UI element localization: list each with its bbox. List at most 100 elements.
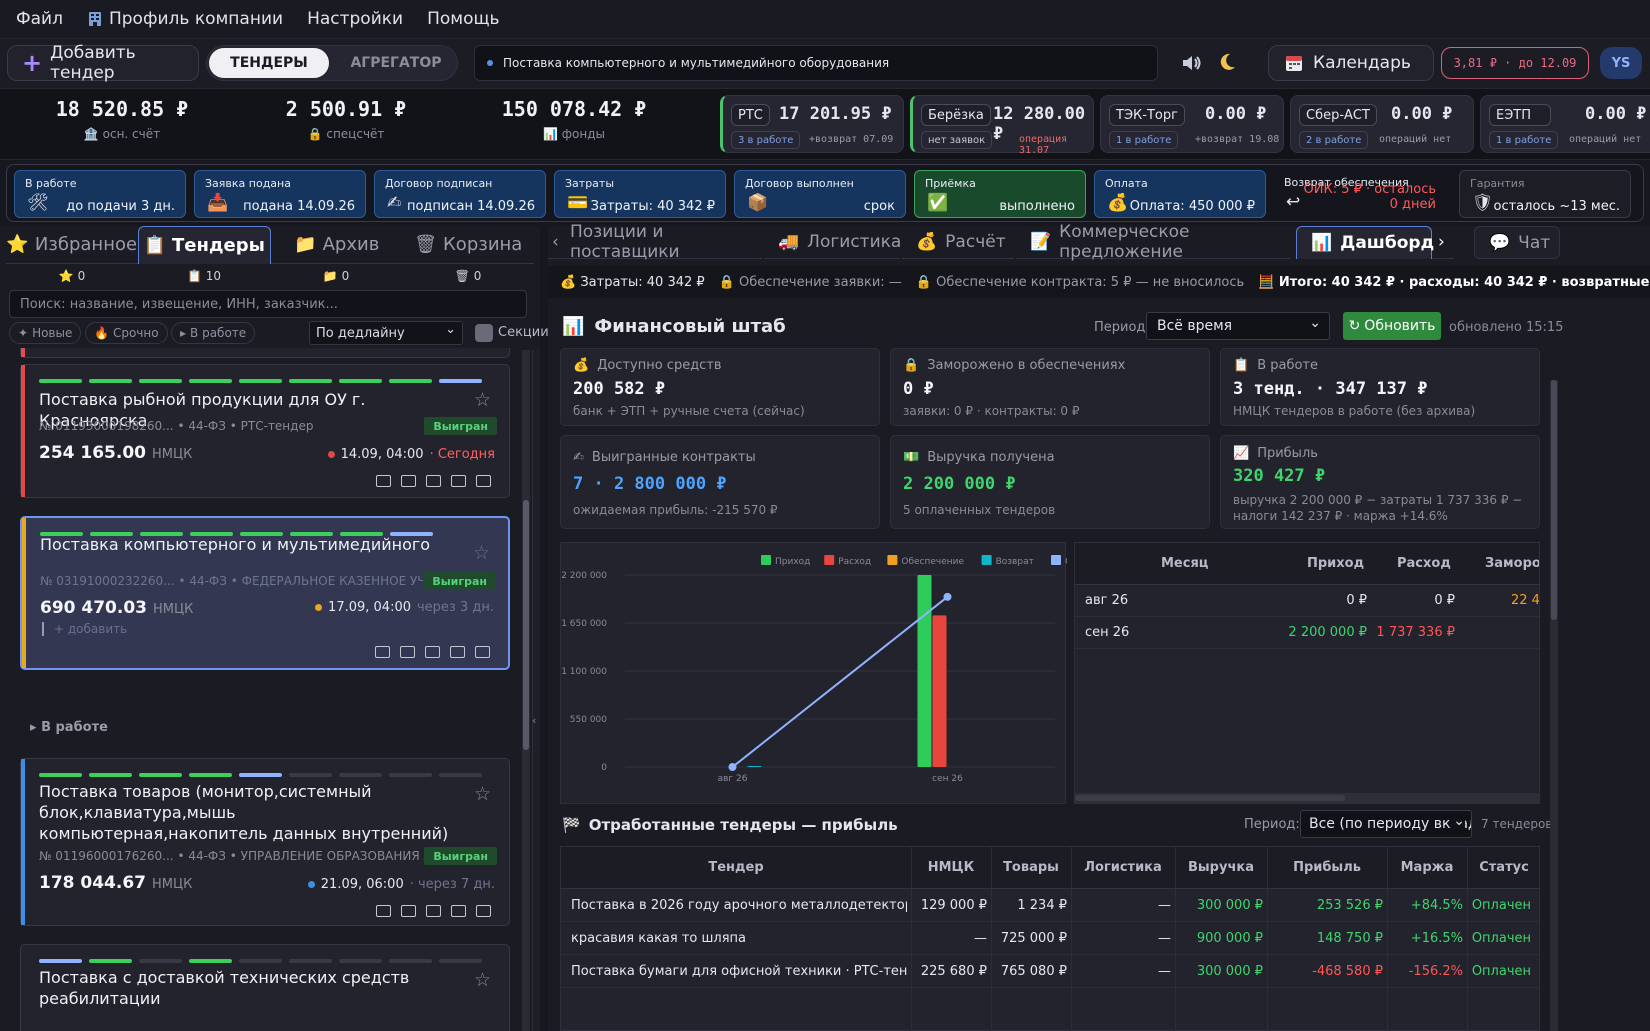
trash-icon[interactable] bbox=[475, 646, 490, 658]
group-header-in-work[interactable]: ▸ В работе bbox=[30, 720, 108, 735]
add-tender-button[interactable]: + Добавить тендер bbox=[7, 43, 199, 83]
filter-in-work-chip[interactable]: ▸ В работе bbox=[171, 322, 256, 344]
platform-status: 1 в работе bbox=[1489, 131, 1559, 149]
star-outline-icon[interactable]: ☆ bbox=[474, 389, 491, 411]
tab-logistics[interactable]: 🚚 Логистика bbox=[764, 226, 901, 259]
tender-card[interactable]: Поставка рыбной продукции для ОУ г. Крас… bbox=[20, 364, 510, 498]
stage-contract-fulfilled[interactable]: Договор выполнен 📦 срок bbox=[734, 170, 906, 218]
tab-archive[interactable]: 📁 Архив bbox=[271, 226, 403, 264]
folder-icon[interactable] bbox=[401, 905, 416, 917]
menu-help[interactable]: Помощь bbox=[427, 9, 499, 29]
period-label: Период: bbox=[1094, 320, 1150, 335]
sound-icon[interactable] bbox=[1180, 52, 1202, 74]
cell-revenue: 300 000 ₽ bbox=[1196, 964, 1263, 979]
platform-card-berezka[interactable]: Берёзка 12 280.00 ₽ нет заявок операция … bbox=[910, 95, 1094, 155]
group-label: В работе bbox=[41, 720, 108, 735]
rate-badge[interactable]: 3,81 ₽ · до 12.09 bbox=[1441, 47, 1589, 79]
moon-icon[interactable] bbox=[1216, 51, 1238, 73]
note-input[interactable]: + добавить bbox=[42, 622, 127, 636]
stage-security-return[interactable]: Возврат обеспечения ↩ ОИК: 5 ₽ · осталос… bbox=[1274, 170, 1446, 218]
comment-icon[interactable] bbox=[376, 905, 391, 917]
sort-select[interactable]: По дедлайну bbox=[309, 321, 463, 345]
table-row[interactable]: Поставка в 2026 году арочного металлодет… bbox=[561, 889, 1539, 922]
tab-tenders[interactable]: 📋 Тендеры bbox=[137, 226, 271, 264]
panel-splitter[interactable]: ‹ bbox=[532, 350, 540, 1031]
search-input[interactable]: Поиск: название, извещение, ИНН, заказчи… bbox=[9, 290, 527, 318]
tab-calculation[interactable]: 💰 Расчёт bbox=[902, 226, 1014, 259]
scrollbar-thumb[interactable] bbox=[523, 500, 529, 750]
menu-company-profile[interactable]: Профиль компании bbox=[87, 9, 283, 29]
stage-payment[interactable]: Оплата 💰 Оплата: 450 000 ₽ bbox=[1094, 170, 1266, 218]
dashboard-scrollbar[interactable] bbox=[1550, 380, 1558, 1031]
menu-file[interactable]: Файл bbox=[16, 9, 63, 29]
comment-icon[interactable] bbox=[376, 475, 391, 487]
filter-new-chip[interactable]: ✦ Новые bbox=[9, 322, 82, 344]
stage-application-submitted[interactable]: Заявка подана 📥 подана 14.09.26 bbox=[194, 170, 366, 218]
costs-summary: 💰 Затраты: 40 342 ₽ bbox=[560, 275, 705, 290]
kpi-value: 7 · 2 800 000 ₽ bbox=[573, 474, 727, 494]
mode-tenders-button[interactable]: ТЕНДЕРЫ bbox=[209, 48, 329, 78]
menu-company-profile-label: Профиль компании bbox=[108, 9, 284, 29]
kpi-won-contracts: ✍ Выигранные контракты 7 · 2 800 000 ₽ ож… bbox=[560, 435, 880, 529]
tab-trash[interactable]: 🗑 Корзина bbox=[402, 226, 534, 264]
folder-icon[interactable] bbox=[401, 475, 416, 487]
folder-icon[interactable] bbox=[400, 646, 415, 658]
edit-icon[interactable] bbox=[450, 646, 465, 658]
stage-value: Затраты: 40 342 ₽ bbox=[590, 199, 715, 214]
trash-icon[interactable] bbox=[476, 475, 491, 487]
stage-acceptance[interactable]: Приёмка ✅ выполнено bbox=[914, 170, 1086, 218]
edit-icon[interactable] bbox=[451, 905, 466, 917]
menu-settings[interactable]: Настройки bbox=[307, 9, 403, 29]
dashboard-title: 📊 Финансовый штаб bbox=[562, 316, 786, 337]
archive-icon[interactable] bbox=[425, 646, 440, 658]
table-hscroll[interactable] bbox=[1075, 793, 1539, 803]
chevron-left-icon[interactable]: ‹ bbox=[532, 714, 536, 727]
tab-positions[interactable]: Позиции и поставщики bbox=[556, 222, 762, 262]
chat-button[interactable]: 💬 Чат bbox=[1474, 226, 1560, 259]
platform-card-eetp[interactable]: ЕЭТП 0.00 ₽ 1 в работе операций нет bbox=[1480, 95, 1650, 153]
trash-icon[interactable] bbox=[476, 905, 491, 917]
stage-warranty[interactable]: Гарантия 🛡 осталось ~13 мес. bbox=[1459, 170, 1631, 218]
kpi-sub: банк + ЭТП + ручные счета (сейчас) bbox=[573, 404, 805, 418]
tab-favorites[interactable]: ⭐ Избранное bbox=[6, 226, 138, 264]
tab-commercial-offer[interactable]: 📝 Коммерческое предложение bbox=[1016, 222, 1290, 262]
refresh-button[interactable]: ↻ Обновить bbox=[1343, 312, 1441, 340]
scrollbar-thumb[interactable] bbox=[1075, 795, 1345, 801]
archive-icon[interactable] bbox=[426, 475, 441, 487]
scrollbar-thumb[interactable] bbox=[1551, 380, 1557, 620]
current-tender-field[interactable]: Поставка компьютерного и мультимедийного… bbox=[474, 45, 1158, 81]
tender-card[interactable] bbox=[20, 348, 510, 358]
tender-card[interactable]: Поставка с доставкой технических средств… bbox=[20, 944, 510, 1031]
mode-aggregator-button[interactable]: АГРЕГАТОР bbox=[335, 48, 457, 78]
sections-checkbox[interactable] bbox=[475, 324, 493, 342]
balance-funds-value: 150 078.42 ₽ bbox=[501, 97, 647, 121]
tender-card-selected[interactable]: Поставка компьютерного и мультимедийного… bbox=[20, 516, 510, 670]
tender-card[interactable]: Поставка товаров (монитор,системный блок… bbox=[20, 758, 510, 926]
stage-in-work[interactable]: В работе 🛠 до подачи 3 дн. bbox=[14, 170, 186, 218]
bar-Возврат bbox=[747, 766, 762, 767]
stage-value: срок bbox=[863, 199, 895, 214]
platform-card-rts[interactable]: РТС 17 201.95 ₽ 3 в работе +возврат 07.0… bbox=[720, 95, 904, 153]
platform-card-sber-ast[interactable]: Сбер-АСТ 0.00 ₽ 2 в работе операций нет bbox=[1290, 95, 1474, 153]
stage-contract-signed[interactable]: Договор подписан ✍ подписан 14.09.26 bbox=[374, 170, 546, 218]
signature-icon: ✍ bbox=[573, 450, 584, 465]
table-row[interactable]: красавия какая то шляпа — 725 000 ₽ — 90… bbox=[561, 922, 1539, 955]
platform-card-tek-torg[interactable]: ТЭК-Торг 0.00 ₽ 1 в работе +возврат 19.0… bbox=[1100, 95, 1284, 153]
calendar-button[interactable]: Календарь bbox=[1268, 45, 1434, 81]
comment-icon[interactable] bbox=[375, 646, 390, 658]
archive-icon[interactable] bbox=[426, 905, 441, 917]
profit-period-select[interactable]: Все (по периоду вкладки) bbox=[1300, 810, 1472, 838]
period-select[interactable]: Всё время bbox=[1146, 312, 1330, 340]
tab-dashboard[interactable]: 📊 Дашборд bbox=[1296, 226, 1434, 259]
list-scrollbar[interactable] bbox=[522, 350, 530, 1031]
star-outline-icon[interactable]: ☆ bbox=[474, 969, 491, 991]
edit-icon[interactable] bbox=[451, 475, 466, 487]
stage-costs[interactable]: Затраты 💳 Затраты: 40 342 ₽ bbox=[554, 170, 726, 218]
avatar[interactable]: YS bbox=[1600, 47, 1642, 79]
tabs-scroll-right-icon[interactable]: › bbox=[1432, 226, 1454, 259]
star-outline-icon[interactable]: ☆ bbox=[474, 783, 491, 805]
star-outline-icon[interactable]: ☆ bbox=[473, 542, 490, 564]
platform-amount: 17 201.95 ₽ bbox=[779, 104, 892, 124]
table-row[interactable]: Поставка бумаги для офисной техники · РТ… bbox=[561, 955, 1539, 988]
filter-urgent-chip[interactable]: 🔥 Срочно bbox=[85, 322, 168, 344]
